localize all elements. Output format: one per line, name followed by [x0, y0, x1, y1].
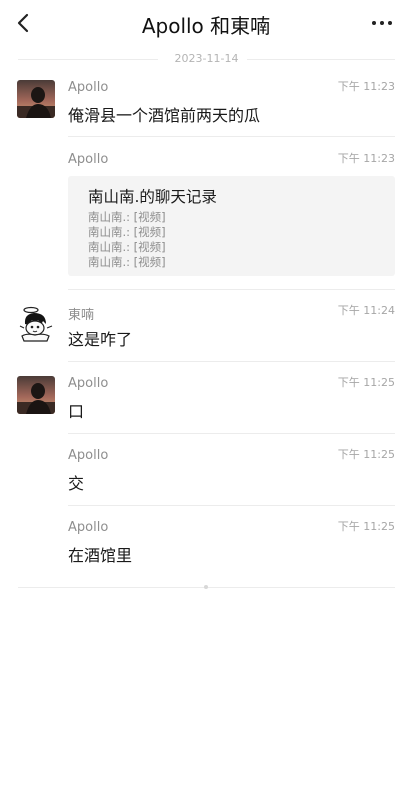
message-text: 这是咋了 [68, 330, 133, 349]
avatar-apollo[interactable] [17, 376, 55, 414]
message-item[interactable]: Apollo 下午 11:25 在酒馆里 [0, 516, 412, 576]
message-item[interactable]: 東喃 下午 11:24 这是咋了 [0, 300, 412, 364]
message-item[interactable]: Apollo 下午 11:23 南山南.的聊天记录 南山南.: [视频] 南山南… [0, 148, 412, 290]
more-horizontal-icon [372, 21, 376, 25]
more-horizontal-icon [388, 21, 392, 25]
chat-record-line: 南山南.: [视频] [88, 255, 166, 269]
sender-name: Apollo [68, 80, 109, 95]
sender-name: Apollo [68, 376, 109, 391]
chat-record-card[interactable]: 南山南.的聊天记录 南山南.: [视频] 南山南.: [视频] 南山南.: [视… [68, 176, 395, 276]
message-time: 下午 11:23 [337, 80, 395, 93]
chat-record-line: 南山南.: [视频] [88, 240, 166, 254]
message-divider [68, 361, 395, 362]
message-item[interactable]: Apollo 下午 11:23 俺滑县一个酒馆前两天的瓜 [0, 76, 412, 140]
chat-record-line: 南山南.: [视频] [88, 210, 166, 224]
message-item[interactable]: Apollo 下午 11:25 口 [0, 372, 412, 436]
message-time: 下午 11:25 [337, 448, 395, 461]
chat-record-line: 南山南.: [视频] [88, 225, 166, 239]
message-time: 下午 11:25 [337, 376, 395, 389]
message-text: 交 [68, 474, 85, 493]
message-divider [68, 433, 395, 434]
message-time: 下午 11:24 [337, 304, 395, 317]
sender-name: Apollo [68, 520, 109, 535]
navigation-bar: Apollo 和東喃 [0, 0, 412, 46]
more-button[interactable] [370, 10, 398, 34]
avatar-donan[interactable] [17, 304, 55, 342]
message-text: 在酒馆里 [68, 546, 133, 565]
message-item[interactable]: Apollo 下午 11:25 交 [0, 444, 412, 508]
message-time: 下午 11:25 [337, 520, 395, 533]
message-time: 下午 11:23 [337, 152, 395, 165]
sender-name: Apollo [68, 448, 109, 463]
message-divider [68, 505, 395, 506]
message-divider [68, 289, 395, 290]
message-text: 口 [68, 402, 85, 421]
sender-name: 東喃 [68, 308, 95, 323]
message-text: 俺滑县一个酒馆前两天的瓜 [68, 106, 261, 125]
avatar-apollo[interactable] [17, 80, 55, 118]
sender-name: Apollo [68, 152, 109, 167]
page-title: Apollo 和東喃 [141, 14, 271, 38]
date-separator: 2023-11-14 [18, 52, 395, 66]
message-divider [68, 136, 395, 137]
chat-record-title: 南山南.的聊天记录 [88, 188, 217, 206]
more-horizontal-icon [380, 21, 384, 25]
separator-line [247, 59, 395, 60]
end-divider-dot [204, 585, 208, 589]
